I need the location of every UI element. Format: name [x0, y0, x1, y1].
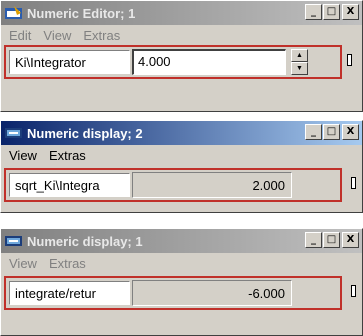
close-button[interactable]: X [342, 124, 359, 140]
spin-down-button[interactable]: ▼ [291, 62, 308, 75]
signal-label: integrate/retur [9, 281, 130, 305]
title-buttons: _ □ X [304, 124, 359, 140]
menu-bar: View Extras [1, 145, 362, 165]
numeric-display-icon [5, 236, 22, 246]
numeric-display-2-window: Numeric display; 2 _ □ X View Extras sqr… [0, 120, 363, 213]
minimize-button[interactable]: _ [305, 4, 322, 20]
menu-extras[interactable]: Extras [43, 148, 92, 163]
maximize-button[interactable]: □ [323, 232, 340, 248]
signal-label: sqrt_Ki\Integra [9, 173, 130, 197]
title-bar[interactable]: Numeric Editor; 1 _ □ X [1, 1, 362, 25]
numeric-display-1-window: Numeric display; 1 _ □ X View Extras int… [0, 228, 363, 336]
menu-view[interactable]: View [37, 28, 77, 43]
close-button[interactable]: X [342, 4, 359, 20]
window-title: Numeric Editor; 1 [27, 5, 136, 21]
menu-extras[interactable]: Extras [77, 28, 126, 43]
value-row: sqrt_Ki\Integra 2.000 [4, 168, 356, 202]
row-marker [351, 285, 356, 297]
value-display: 2.000 [132, 172, 292, 198]
maximize-button[interactable]: □ [323, 124, 340, 140]
value-row: integrate/retur -6.000 [4, 276, 356, 310]
value-input[interactable]: 4.000 [132, 49, 286, 75]
numeric-display-icon [5, 128, 22, 138]
menu-extras[interactable]: Extras [43, 256, 92, 271]
title-buttons: _ □ X [304, 232, 359, 248]
title-bar[interactable]: Numeric display; 2 _ □ X [1, 121, 362, 145]
maximize-button[interactable]: □ [323, 4, 340, 20]
spin-up-button[interactable]: ▲ [291, 49, 308, 62]
minimize-button[interactable]: _ [305, 124, 322, 140]
title-bar[interactable]: Numeric display; 1 _ □ X [1, 229, 362, 253]
minimize-button[interactable]: _ [305, 232, 322, 248]
close-button[interactable]: X [342, 232, 359, 248]
value-display: -6.000 [132, 280, 292, 306]
numeric-editor-window: Numeric Editor; 1 _ □ X Edit View Extras… [0, 0, 363, 112]
menu-bar: Edit View Extras [1, 25, 362, 45]
menu-bar: View Extras [1, 253, 362, 273]
window-title: Numeric display; 2 [27, 125, 143, 141]
value-spinner[interactable]: ▲ ▼ [291, 49, 308, 75]
menu-view[interactable]: View [3, 148, 43, 163]
numeric-editor-icon [5, 6, 22, 19]
title-buttons: _ □ X [304, 4, 359, 20]
value-row: Ki\Integrator 4.000 ▲ ▼ [4, 45, 352, 79]
row-marker [347, 54, 352, 66]
signal-label: Ki\Integrator [9, 50, 130, 74]
window-title: Numeric display; 1 [27, 233, 143, 249]
row-marker [351, 177, 356, 189]
menu-view[interactable]: View [3, 256, 43, 271]
menu-edit[interactable]: Edit [3, 28, 37, 43]
